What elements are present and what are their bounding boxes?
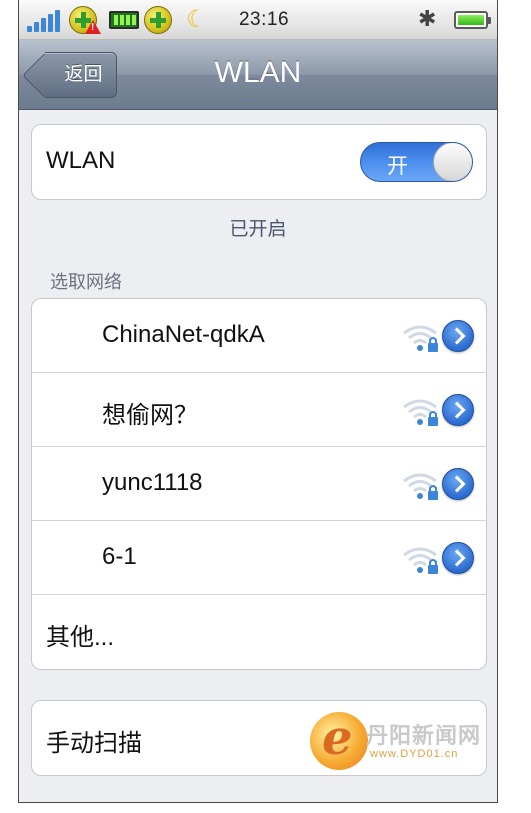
watermark-logo-icon xyxy=(310,710,368,770)
networks-section-header: 选取网络 xyxy=(50,272,122,292)
network-details-button[interactable] xyxy=(442,468,474,500)
wifi-lock-icon xyxy=(403,399,438,426)
back-button[interactable]: 返回 xyxy=(45,52,117,98)
wlan-row: WLAN 开 xyxy=(32,125,486,199)
toggle-state-label: 开 xyxy=(387,155,408,178)
manual-scan-label: 手动扫描 xyxy=(46,730,142,757)
toggle-knob[interactable] xyxy=(433,143,472,181)
status-bar: ☾ 23:16 ✱ xyxy=(19,0,497,40)
battery-icon xyxy=(454,11,491,29)
network-details-button[interactable] xyxy=(442,394,474,426)
network-row[interactable]: yunc1118 xyxy=(32,447,486,521)
network-name: 6-1 xyxy=(102,543,137,570)
navigation-bar: 返回 WLAN xyxy=(19,40,497,110)
wlan-toggle-switch[interactable]: 开 xyxy=(360,142,473,182)
status-time: 23:16 xyxy=(238,9,290,30)
watermark: 丹阳新闻网 www.DYD01.cn xyxy=(310,710,490,772)
network-name: ChinaNet-qdkA xyxy=(102,321,265,348)
network-list: ChinaNet-qdkA 想偷网？ yunc1118 6-1 其他... xyxy=(31,298,487,670)
wlan-label: WLAN xyxy=(46,147,116,174)
network-name: 想偷网？ xyxy=(102,402,198,429)
wifi-lock-icon xyxy=(403,547,438,574)
phone-screen: ☾ 23:16 ✱ 返回 WLAN WLAN 开 已开启 选取网络 ChinaN… xyxy=(18,0,498,803)
network-row[interactable]: 想偷网？ xyxy=(32,373,486,447)
network-details-button[interactable] xyxy=(442,542,474,574)
wlan-status-text: 已开启 xyxy=(229,219,287,240)
wlan-toggle-group: WLAN 开 xyxy=(31,124,487,200)
network-name: yunc1118 xyxy=(102,469,203,496)
other-network-label: 其他... xyxy=(46,624,115,651)
bluetooth-icon: ✱ xyxy=(418,6,437,31)
network-details-button[interactable] xyxy=(442,320,474,352)
wifi-lock-icon xyxy=(403,473,438,500)
network-row[interactable]: ChinaNet-qdkA xyxy=(32,299,486,373)
watermark-url: www.DYD01.cn xyxy=(370,748,459,760)
watermark-text: 丹阳新闻网 xyxy=(366,723,482,748)
network-row[interactable]: 6-1 xyxy=(32,521,486,595)
other-network-row[interactable]: 其他... xyxy=(32,595,486,669)
wifi-lock-icon xyxy=(403,325,438,352)
